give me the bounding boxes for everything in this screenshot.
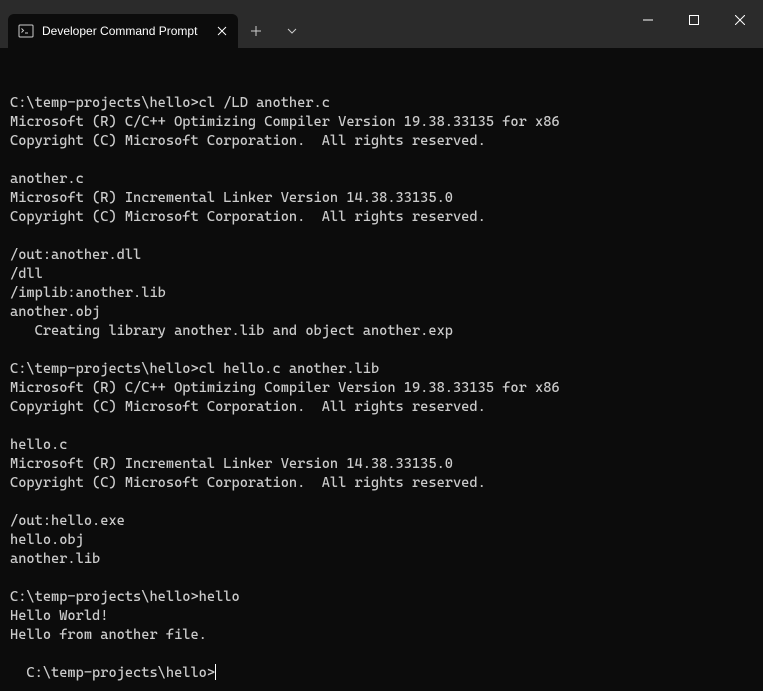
terminal-line: /dll xyxy=(10,265,753,284)
terminal-line xyxy=(10,569,753,588)
terminal-line: another.obj xyxy=(10,303,753,322)
terminal-line: C:\temp-projects\hello>cl /LD another.c xyxy=(10,94,753,113)
terminal-line: Copyright (C) Microsoft Corporation. All… xyxy=(10,132,753,151)
new-tab-button[interactable] xyxy=(238,14,274,48)
minimize-button[interactable] xyxy=(625,0,671,40)
terminal-line: /out:another.dll xyxy=(10,246,753,265)
terminal-line: Hello World! xyxy=(10,607,753,626)
window-controls xyxy=(625,0,763,40)
terminal-line xyxy=(10,417,753,436)
cursor xyxy=(215,664,216,680)
terminal-line: C:\temp-projects\hello>hello xyxy=(10,588,753,607)
terminal-line: Copyright (C) Microsoft Corporation. All… xyxy=(10,398,753,417)
terminal-icon xyxy=(18,23,34,39)
terminal-line: Creating library another.lib and object … xyxy=(10,322,753,341)
terminal-prompt-line: C:\temp-projects\hello> xyxy=(26,665,216,681)
terminal-line xyxy=(10,341,753,360)
tab-dropdown-button[interactable] xyxy=(274,14,310,48)
terminal-line: hello.obj xyxy=(10,531,753,550)
maximize-button[interactable] xyxy=(671,0,717,40)
titlebar: Developer Command Prompt xyxy=(0,0,763,48)
terminal-line: Microsoft (R) Incremental Linker Version… xyxy=(10,189,753,208)
terminal-line: Hello from another file. xyxy=(10,626,753,645)
terminal-lines: C:\temp-projects\hello>cl /LD another.cM… xyxy=(10,94,753,645)
terminal-line: Microsoft (R) C/C++ Optimizing Compiler … xyxy=(10,113,753,132)
terminal-line xyxy=(10,227,753,246)
terminal-line: /implib:another.lib xyxy=(10,284,753,303)
terminal-prompt: C:\temp-projects\hello> xyxy=(26,665,215,681)
tab-area: Developer Command Prompt xyxy=(0,0,310,48)
terminal-line xyxy=(10,493,753,512)
terminal-line: Copyright (C) Microsoft Corporation. All… xyxy=(10,474,753,493)
tab-title: Developer Command Prompt xyxy=(42,24,206,38)
terminal-line: another.lib xyxy=(10,550,753,569)
terminal-output[interactable]: C:\temp-projects\hello>cl /LD another.cM… xyxy=(0,48,763,691)
terminal-line: Copyright (C) Microsoft Corporation. All… xyxy=(10,208,753,227)
terminal-line: /out:hello.exe xyxy=(10,512,753,531)
close-button[interactable] xyxy=(717,0,763,40)
terminal-line: Microsoft (R) C/C++ Optimizing Compiler … xyxy=(10,379,753,398)
terminal-line xyxy=(10,151,753,170)
terminal-line: C:\temp-projects\hello>cl hello.c anothe… xyxy=(10,360,753,379)
tab-close-button[interactable] xyxy=(214,23,230,39)
terminal-line: hello.c xyxy=(10,436,753,455)
terminal-line: another.c xyxy=(10,170,753,189)
tab-active[interactable]: Developer Command Prompt xyxy=(8,14,238,48)
terminal-line: Microsoft (R) Incremental Linker Version… xyxy=(10,455,753,474)
